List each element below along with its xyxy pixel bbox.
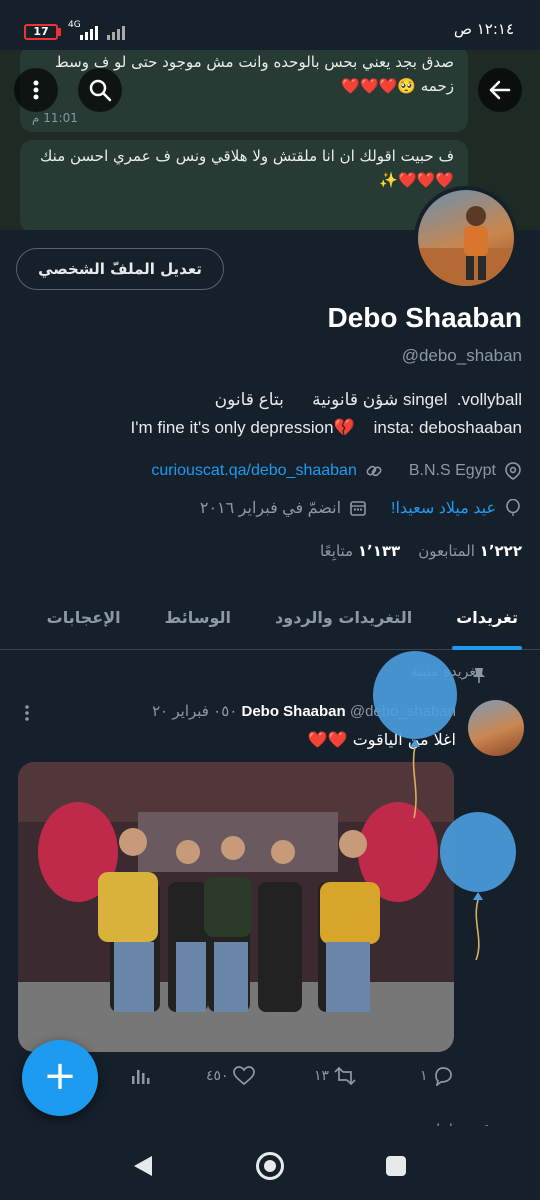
system-nav-bar bbox=[0, 1126, 540, 1200]
tweet-author-name[interactable]: Debo Shaaban bbox=[241, 703, 345, 720]
calendar-icon bbox=[350, 501, 366, 516]
tweet-date: ٠٥٠ فبراير ٢٠ bbox=[152, 703, 238, 720]
like-button[interactable]: ٤٥٠ bbox=[206, 1066, 255, 1086]
edit-profile-button[interactable]: تعديل الملفّ الشخصي bbox=[16, 248, 224, 290]
more-options-button[interactable] bbox=[14, 68, 58, 112]
following-link[interactable]: ١٬١٣٣ متابِعًا bbox=[320, 542, 400, 560]
arrow-back-icon bbox=[489, 80, 511, 100]
followers-link[interactable]: ١٬٢٢٢ المتابعون bbox=[418, 542, 522, 560]
profile-name: Debo Shaaban bbox=[327, 302, 522, 333]
nav-recents-icon[interactable] bbox=[386, 1156, 406, 1176]
reply-icon bbox=[434, 1067, 452, 1086]
more-vertical-icon bbox=[33, 80, 39, 100]
analytics-icon bbox=[132, 1070, 150, 1084]
retweet-icon bbox=[334, 1066, 356, 1086]
analytics-button[interactable] bbox=[130, 1066, 150, 1086]
chat-bubble: ف حبيت اقولك ان انا ملقتش ولا هلاقي ونس … bbox=[20, 140, 468, 230]
reply-button[interactable]: ١ bbox=[420, 1066, 454, 1086]
search-button[interactable] bbox=[78, 68, 122, 112]
tweet-more-icon[interactable] bbox=[22, 704, 32, 722]
followers-label: المتابعون bbox=[418, 542, 475, 560]
tab-tweets[interactable]: تغريدات bbox=[434, 588, 540, 650]
heart-icon bbox=[232, 1066, 255, 1086]
balloon-decoration-icon bbox=[440, 812, 516, 961]
retweet-button[interactable]: ١٣ bbox=[314, 1066, 357, 1086]
followers-count: ١٬٢٢٢ bbox=[479, 542, 522, 560]
tab-tweets-replies[interactable]: التغريدات والردود bbox=[253, 588, 434, 650]
bio-line: I'm fine it's only depression💔 insta: de… bbox=[130, 418, 523, 437]
following-label: متابِعًا bbox=[319, 542, 354, 560]
battery-indicator: 17 bbox=[24, 24, 58, 40]
following-count: ١٬١٣٣ bbox=[357, 542, 401, 560]
birthday-link[interactable]: عيد ميلاد سعيدا! bbox=[391, 498, 496, 518]
location-icon bbox=[505, 462, 521, 480]
clock: ١٢:١٤ ص bbox=[453, 20, 514, 38]
tweet-author-avatar[interactable] bbox=[468, 700, 524, 756]
profile-meta-row: B.N.S Egypt curiouscat.qa/debo_shaaban bbox=[151, 462, 522, 480]
nav-back-icon[interactable] bbox=[132, 1154, 154, 1178]
follow-counts: ١٬٢٢٢ المتابعون ١٬١٣٣ متابِعًا bbox=[320, 542, 522, 560]
avatar-photo bbox=[418, 206, 514, 286]
back-button[interactable] bbox=[478, 68, 522, 112]
balloon-decoration-icon bbox=[373, 651, 457, 819]
profile-avatar[interactable] bbox=[414, 186, 518, 290]
chat-bubble-text: ف حبيت اقولك ان انا ملقتش ولا هلاقي ونس … bbox=[40, 147, 454, 189]
location-text: B.N.S Egypt bbox=[408, 462, 496, 479]
website-link[interactable]: curiouscat.qa/debo_shaaban bbox=[151, 462, 357, 480]
battery-tip bbox=[58, 28, 61, 36]
balloon-icon bbox=[506, 499, 520, 516]
reply-count: ١ bbox=[420, 1068, 428, 1084]
tab-media[interactable]: الوسائط bbox=[143, 588, 253, 650]
tab-likes[interactable]: الإعجابات bbox=[25, 588, 143, 650]
like-count: ٤٥٠ bbox=[206, 1068, 229, 1084]
profile-meta-row: عيد ميلاد سعيدا! انضمّ في فبراير ٢٠١٦ bbox=[200, 498, 522, 518]
nav-home-icon[interactable] bbox=[256, 1152, 284, 1180]
signal-icon bbox=[80, 26, 125, 40]
profile-handle: @debo_shaban bbox=[401, 346, 522, 365]
search-icon bbox=[89, 79, 112, 102]
retweet-count: ١٣ bbox=[314, 1068, 330, 1084]
status-bar: 17 4G ١٢:١٤ ص bbox=[0, 0, 540, 50]
compose-tweet-button[interactable]: + bbox=[22, 1040, 98, 1116]
network-label: 4G bbox=[68, 20, 81, 30]
link-icon bbox=[366, 465, 382, 477]
profile-tabs: تغريدات التغريدات والردود الوسائط الإعجا… bbox=[0, 588, 540, 650]
bio-line: شؤن قانونية بتاع قانون singel .vollyball bbox=[214, 390, 522, 409]
tweet-actions: ٤٥٠ ١٣ ١ bbox=[130, 1066, 460, 1096]
joined-date: انضمّ في فبراير ٢٠١٦ bbox=[199, 500, 342, 517]
